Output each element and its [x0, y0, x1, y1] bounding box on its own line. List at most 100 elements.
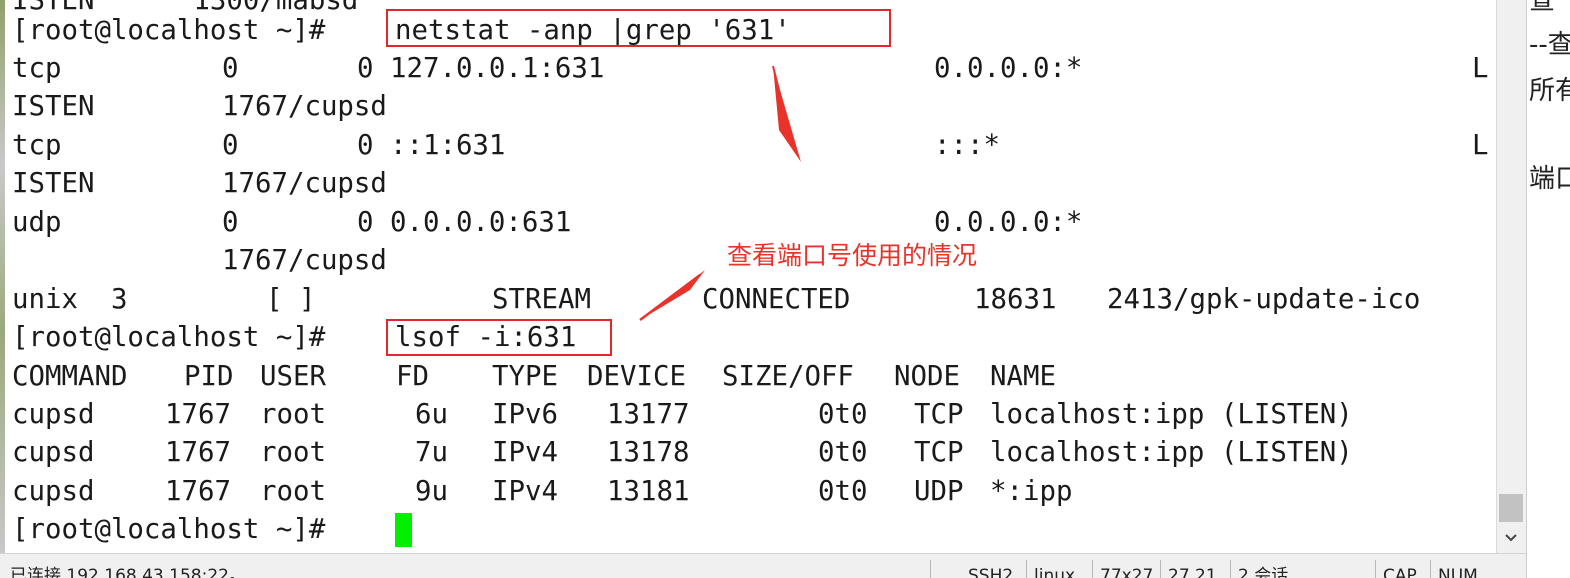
screenshot-frame: ISTEN 1300/mabsd [root@localhost ~]# net…	[0, 0, 1570, 578]
lsof-node-cell: TCP	[914, 399, 964, 430]
lsof-user-cell: root	[260, 399, 326, 430]
lsof-header-pid: PID	[184, 361, 234, 392]
shell-prompt: [root@localhost ~]#	[12, 514, 326, 545]
lsof-pid-cell: 1767	[165, 437, 231, 468]
lsof-header-name: NAME	[990, 361, 1056, 392]
state-fragment-cell: L	[1472, 130, 1489, 161]
lsof-header-node: NODE	[894, 361, 960, 392]
doc-fragment: 查	[1529, 0, 1556, 16]
flags-cell: [ ]	[266, 284, 316, 315]
status-divider	[1092, 560, 1093, 578]
terminal-line-command-lsof: [root@localhost ~]# lsof -i:631	[12, 319, 576, 357]
proto-refcnt-cell: unix 3	[12, 284, 128, 315]
lsof-node-cell: TCP	[914, 437, 964, 468]
lsof-command-cell: cupsd	[12, 437, 95, 468]
lsof-fd-cell: 6u	[415, 399, 448, 430]
lsof-pid-cell: 1767	[165, 476, 231, 507]
netstat-row-udp: udp 0 0 0.0.0.0:631 0.0.0.0:*	[12, 204, 1082, 242]
terminal-window[interactable]: ISTEN 1300/mabsd [root@localhost ~]# net…	[0, 0, 1496, 553]
status-divider	[1160, 560, 1161, 578]
lsof-device-cell: 13178	[607, 437, 690, 468]
lsof-device-cell: 13181	[607, 476, 690, 507]
terminal-scrollbar[interactable]	[1496, 0, 1526, 553]
lsof-header-device: DEVICE	[587, 361, 686, 392]
pointer-arrow-icon	[639, 270, 705, 321]
lsof-fd-cell: 7u	[415, 437, 448, 468]
chevron-down-icon	[1505, 534, 1517, 542]
background-document-strip: 查 --查 所有 端口	[1526, 0, 1570, 578]
status-size: 77x27	[1100, 566, 1154, 578]
status-protocol: SSH2	[968, 566, 1014, 578]
status-terminal-type: linux	[1034, 566, 1076, 578]
terminal-line-command-netstat: [root@localhost ~]# netstat -anp |grep '…	[12, 12, 791, 50]
lsof-fd-cell: 9u	[415, 476, 448, 507]
lsof-header-size-off: SIZE/OFF	[722, 361, 854, 392]
local-address-cell: 0 0.0.0.0:631	[357, 207, 572, 238]
foreign-address-cell: 0.0.0.0:*	[934, 53, 1083, 84]
lsof-type-cell: IPv4	[492, 476, 558, 507]
status-divider	[1430, 560, 1431, 578]
terminal-line-final-prompt: [root@localhost ~]#	[12, 511, 325, 549]
lsof-row: cupsd 1767 root 6u IPv6 13177 0t0 TCP lo…	[12, 396, 1353, 434]
local-address-cell: 0 ::1:631	[357, 130, 506, 161]
lsof-size-off-cell: 0t0	[818, 399, 868, 430]
local-address-cell: 0 127.0.0.1:631	[357, 53, 605, 84]
lsof-header-user: USER	[260, 361, 326, 392]
lsof-device-cell: 13177	[607, 399, 690, 430]
status-bar: 已连接 192.168.43.158:22。 SSH2 linux 77x27 …	[0, 553, 1526, 578]
status-divider	[930, 560, 931, 578]
lsof-node-cell: UDP	[914, 476, 964, 507]
state-cell: ISTEN	[12, 91, 95, 122]
state-fragment-cell: L	[1472, 53, 1489, 84]
terminal-cursor	[395, 513, 412, 547]
netstat-row-tcp-ipv6-wrap: ISTEN 1767/cupsd	[12, 165, 387, 203]
recvq-cell: 0	[222, 130, 239, 161]
lsof-size-off-cell: 0t0	[818, 476, 868, 507]
window-left-edge	[0, 0, 5, 553]
netstat-row-udp-wrap: 1767/cupsd	[12, 242, 387, 280]
status-sessions: 2 会话	[1238, 566, 1289, 578]
foreign-address-cell: :::*	[934, 130, 1000, 161]
proto-cell: tcp	[12, 53, 62, 84]
lsof-command-cell: cupsd	[12, 399, 95, 430]
lsof-name-cell: localhost:ipp (LISTEN)	[990, 437, 1353, 468]
lsof-pid-cell: 1767	[165, 399, 231, 430]
status-divider	[1026, 560, 1027, 578]
lsof-row: cupsd 1767 root 9u IPv4 13181 0t0 UDP *:…	[12, 473, 1072, 511]
lsof-user-cell: root	[260, 437, 326, 468]
pid-program-cell: 1767/cupsd	[222, 168, 387, 199]
lsof-command-highlight	[386, 319, 612, 356]
netstat-row-unix: unix 3 [ ] STREAM CONNECTED 18631 2413/g…	[12, 281, 1420, 319]
lsof-command-cell: cupsd	[12, 476, 95, 507]
lsof-header-type: TYPE	[492, 361, 558, 392]
lsof-header-row: COMMAND PID USER FD TYPE DEVICE SIZE/OFF…	[12, 358, 1056, 396]
lsof-row: cupsd 1767 root 7u IPv4 13178 0t0 TCP lo…	[12, 434, 1353, 472]
lsof-user-cell: root	[260, 476, 326, 507]
proto-cell: udp	[12, 207, 62, 238]
lsof-name-cell: *:ipp	[990, 476, 1073, 507]
pid-program-cell: 2413/gpk-update-ico	[1107, 284, 1421, 315]
proto-cell: tcp	[12, 130, 62, 161]
annotation-label: 查看端口号使用的情况	[727, 241, 978, 270]
scrollbar-thumb[interactable]	[1499, 494, 1523, 522]
netstat-command-highlight	[386, 9, 891, 47]
doc-fragment: 端口	[1529, 164, 1570, 194]
state-cell: ISTEN	[12, 168, 95, 199]
inode-cell: 18631	[974, 284, 1057, 315]
netstat-row-tcp-ipv4-wrap: ISTEN 1767/cupsd	[12, 88, 387, 126]
lsof-header-fd: FD	[396, 361, 429, 392]
shell-prompt: [root@localhost ~]#	[12, 15, 326, 46]
recvq-cell: 0	[222, 53, 239, 84]
shell-prompt: [root@localhost ~]#	[12, 322, 326, 353]
status-cursor-position: 27,21	[1168, 566, 1217, 578]
recvq-cell: 0	[222, 207, 239, 238]
pid-program-cell: 1767/cupsd	[222, 91, 387, 122]
netstat-row-tcp-ipv4: tcp 0 0 127.0.0.1:631 0.0.0.0:* L	[12, 50, 1489, 88]
status-caps-lock: CAP	[1383, 566, 1417, 578]
doc-fragment: 所有	[1529, 76, 1570, 106]
scroll-down-button[interactable]	[1499, 527, 1523, 549]
status-divider	[1375, 560, 1376, 578]
lsof-type-cell: IPv6	[492, 399, 558, 430]
doc-fragment: --查	[1529, 30, 1570, 60]
lsof-name-cell: localhost:ipp (LISTEN)	[990, 399, 1353, 430]
